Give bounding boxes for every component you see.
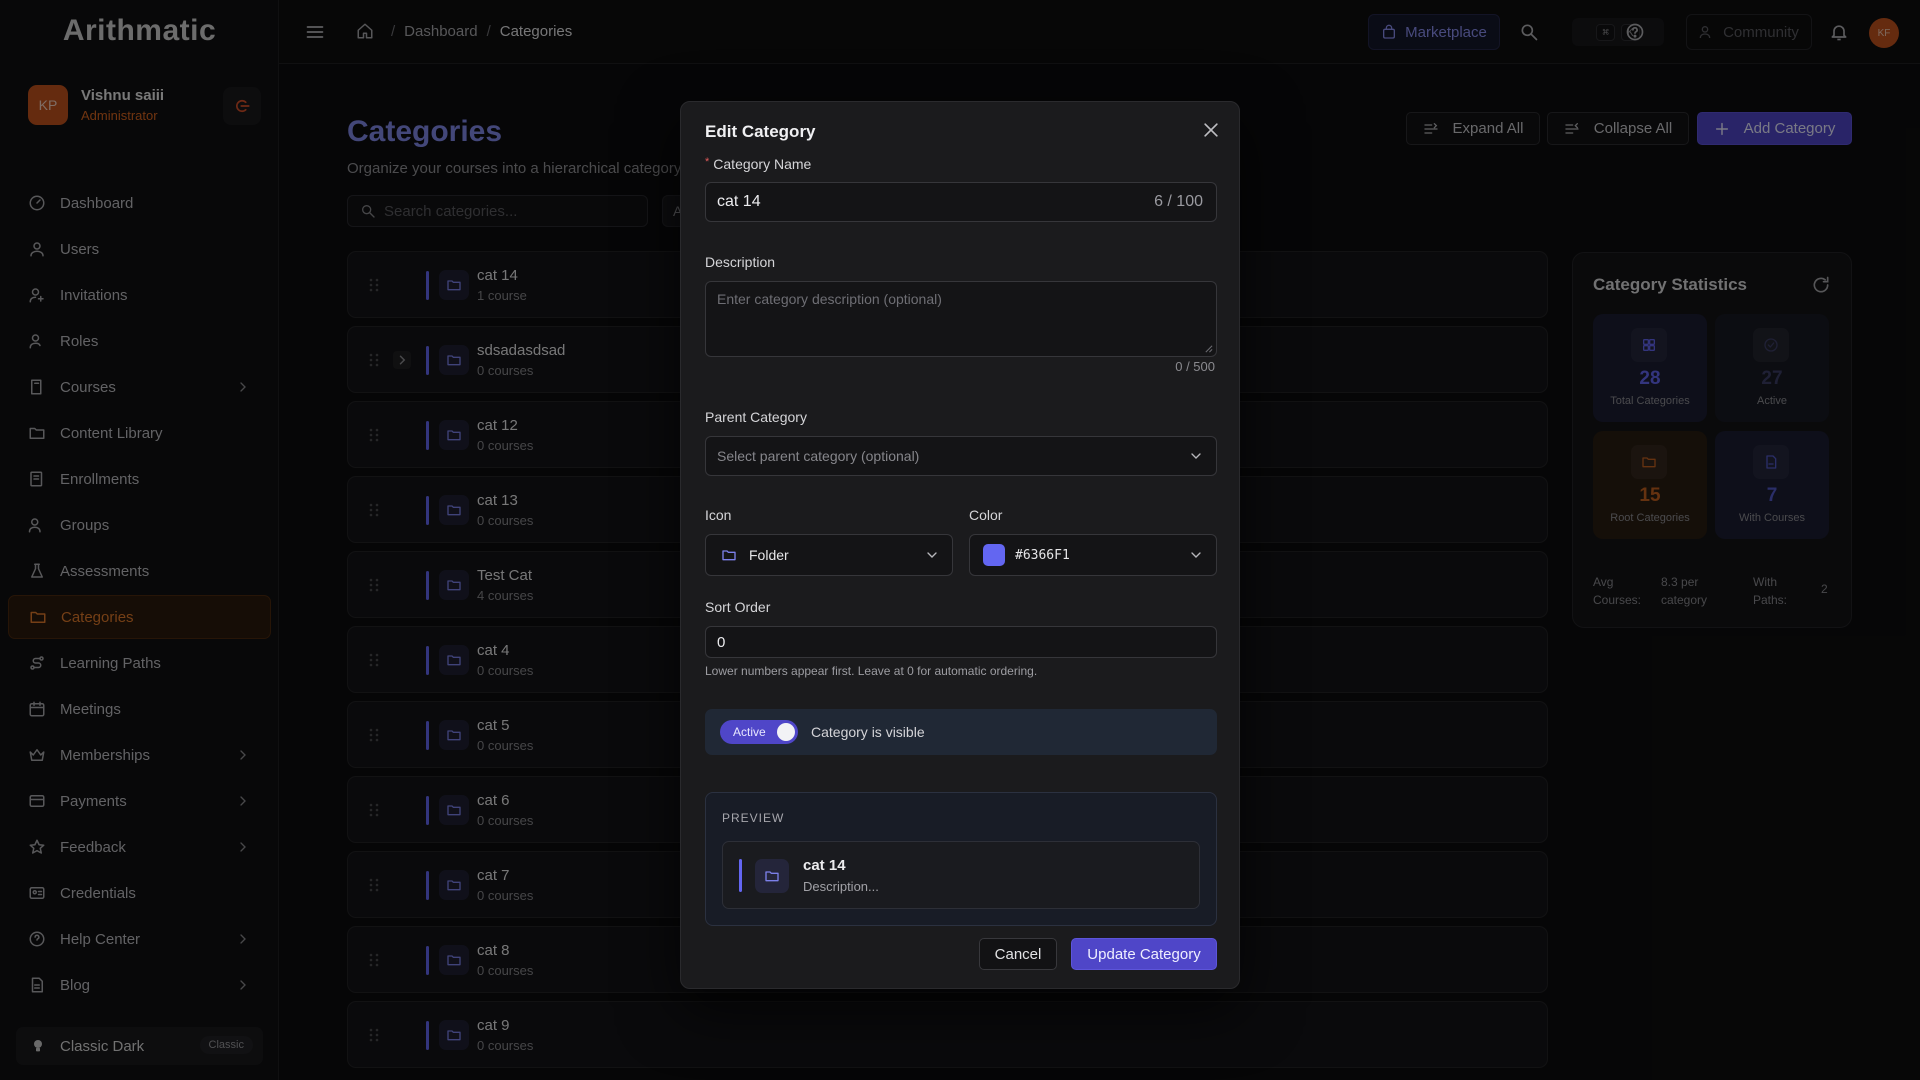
preview-heading: PREVIEW <box>722 811 785 825</box>
category-preview: PREVIEW cat 14 Description... <box>705 792 1217 926</box>
visibility-text: Category is visible <box>811 724 925 740</box>
sort-order-hint: Lower numbers appear first. Leave at 0 f… <box>705 664 1038 678</box>
preview-card: cat 14 Description... <box>722 841 1200 909</box>
active-toggle-label: Active <box>733 725 766 739</box>
icon-select[interactable]: Folder <box>705 534 953 576</box>
category-name-value: cat 14 <box>717 193 761 210</box>
update-category-button[interactable]: Update Category <box>1071 938 1217 970</box>
dialog-title: Edit Category <box>705 122 816 141</box>
name-char-counter: 6 / 100 <box>1154 193 1203 210</box>
sort-order-value: 0 <box>717 633 726 651</box>
sort-order-label: Sort Order <box>705 599 771 615</box>
folder-icon <box>722 550 736 561</box>
icon-label: Icon <box>705 507 732 523</box>
preview-folder-icon <box>755 859 789 893</box>
description-char-counter: 0 / 500 <box>1175 359 1215 374</box>
active-toggle-row: Active Category is visible <box>705 709 1217 755</box>
color-swatch <box>983 544 1005 566</box>
chevron-down-icon <box>927 552 937 558</box>
preview-color-bar <box>739 859 742 892</box>
preview-description: Description... <box>803 879 879 894</box>
required-marker: * <box>705 156 710 168</box>
color-label: Color <box>969 507 1003 523</box>
chevron-down-icon <box>1191 453 1201 459</box>
sort-order-input[interactable]: 0 <box>705 626 1217 658</box>
active-toggle[interactable]: Active <box>720 720 798 744</box>
icon-select-value: Folder <box>749 547 789 563</box>
parent-category-placeholder: Select parent category (optional) <box>717 448 920 464</box>
category-name-label-text: Category Name <box>713 156 812 172</box>
resize-handle-icon[interactable] <box>1204 344 1213 353</box>
category-name-input[interactable]: cat 14 <box>705 182 1217 222</box>
preview-name: cat 14 <box>803 857 846 874</box>
description-label: Description <box>705 254 776 270</box>
description-textarea[interactable]: Enter category description (optional) <box>705 281 1217 357</box>
color-select-value: #6366F1 <box>1015 547 1070 563</box>
parent-category-label: Parent Category <box>705 409 807 425</box>
description-placeholder: Enter category description (optional) <box>717 291 942 307</box>
toggle-knob <box>777 723 795 741</box>
parent-category-select[interactable]: Select parent category (optional) <box>705 436 1217 476</box>
chevron-down-icon <box>1191 552 1201 558</box>
cancel-button[interactable]: Cancel <box>979 938 1057 970</box>
close-icon[interactable] <box>1201 120 1221 140</box>
category-name-label: * Category Name <box>705 156 811 172</box>
edit-category-dialog: Edit Category * Category Name cat 14 6 / … <box>680 101 1240 989</box>
color-select[interactable]: #6366F1 <box>969 534 1217 576</box>
